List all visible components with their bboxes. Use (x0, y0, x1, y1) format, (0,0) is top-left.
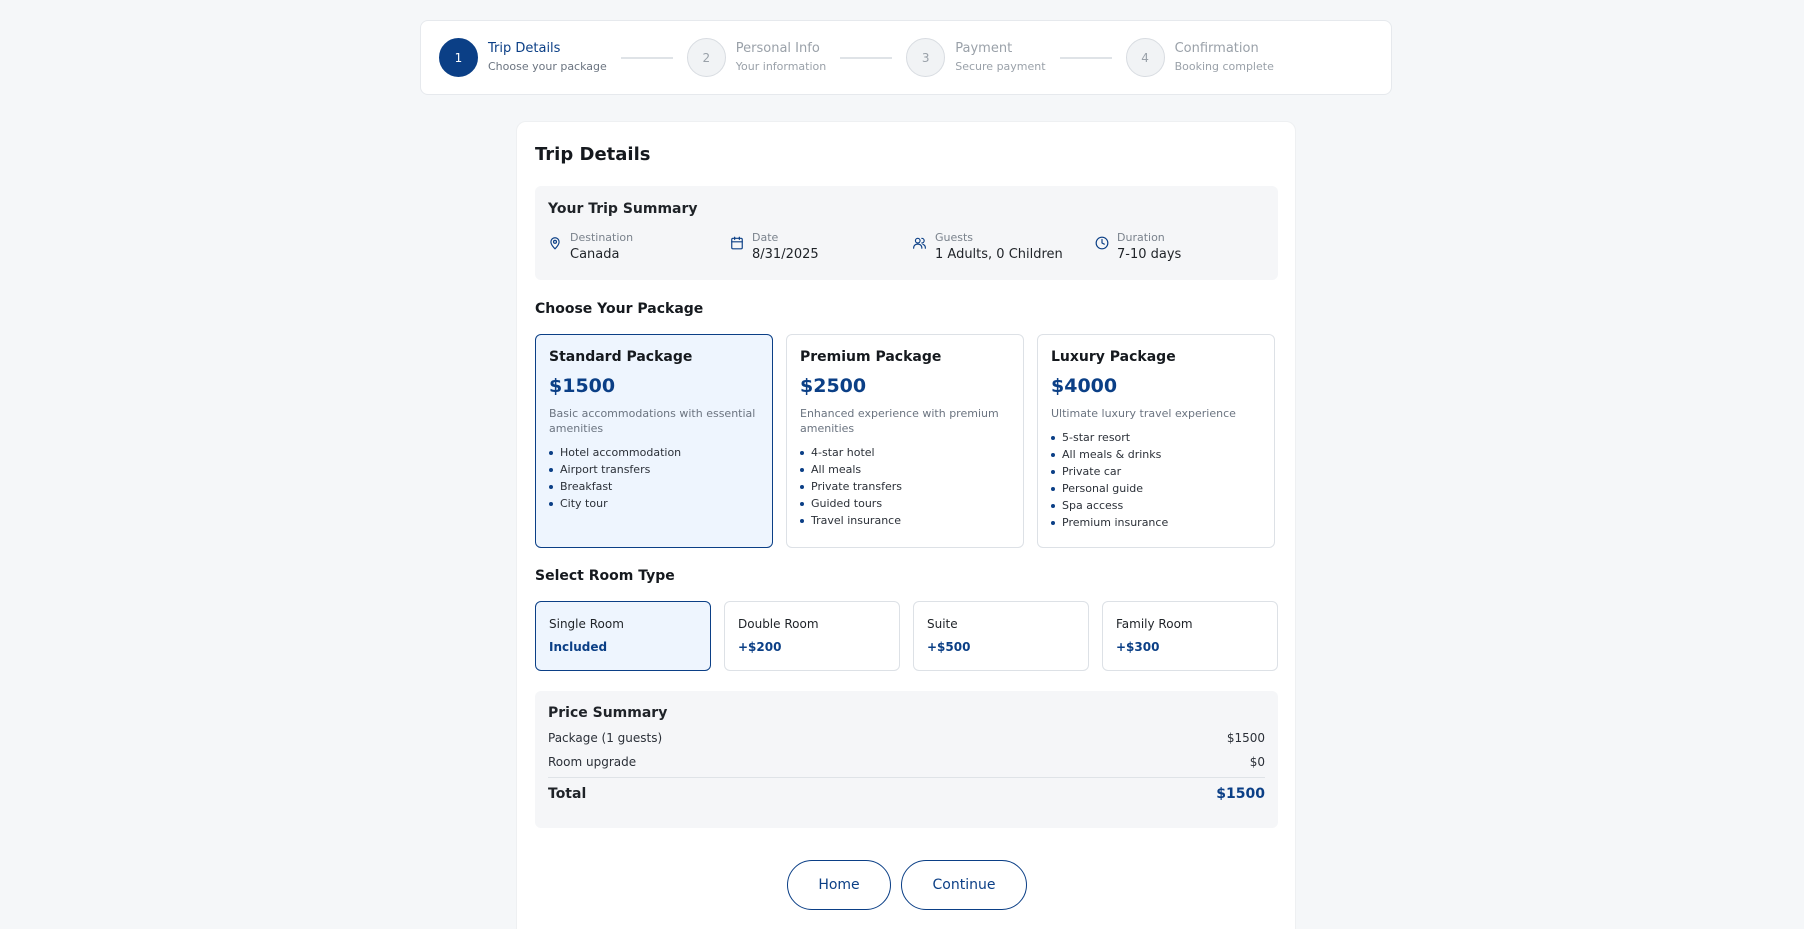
step-subtitle: Choose your package (488, 60, 607, 73)
price-value: $0 (1249, 755, 1265, 769)
step-number: 1 (439, 38, 478, 77)
step-title: Personal Info (735, 41, 820, 56)
step-subtitle: Secure payment (955, 60, 1046, 73)
location-pin-icon (550, 237, 560, 250)
feature-item: Guided tours (800, 495, 1010, 512)
package-features: 5-star resort All meals & drinks Private… (1051, 429, 1261, 531)
room-price: +$200 (738, 640, 782, 654)
feature-item: Personal guide (1051, 480, 1261, 497)
step-number: 3 (906, 38, 946, 77)
step-connector (620, 56, 673, 59)
feature-item: Premium insurance (1051, 514, 1261, 531)
feature-item: Spa access (1051, 497, 1261, 514)
room-price: +$500 (927, 640, 971, 654)
room-section-title: Select Room Type (535, 568, 675, 584)
package-description: Enhanced experience with premium ameniti… (800, 407, 999, 435)
package-name: Premium Package (800, 349, 942, 365)
feature-item: Breakfast (549, 478, 759, 495)
feature-item: Travel insurance (800, 512, 1010, 529)
feature-item: Airport transfers (549, 461, 759, 478)
summary-value: 7-10 days (1117, 247, 1182, 262)
package-price: $1500 (549, 375, 616, 397)
page-title: Trip Details (535, 144, 651, 165)
summary-value: Canada (570, 247, 620, 262)
step-payment[interactable]: 3 Payment Secure payment (906, 38, 1046, 77)
summary-label: Guests (935, 231, 974, 244)
package-price: $2500 (800, 375, 867, 397)
summary-destination: Destination Canada (548, 231, 633, 264)
feature-item: 5-star resort (1051, 429, 1261, 446)
step-subtitle: Your information (735, 60, 827, 73)
step-confirmation[interactable]: 4 Confirmation Booking complete (1125, 38, 1274, 77)
clock-icon (1095, 236, 1109, 250)
package-card-standard[interactable]: Standard Package $1500 Basic accommodati… (535, 334, 773, 548)
room-name: Family Room (1116, 617, 1193, 631)
step-personal-info[interactable]: 2 Personal Info Your information (686, 38, 827, 77)
feature-item: Private car (1051, 463, 1261, 480)
room-option-single[interactable]: Single Room Included (535, 601, 711, 671)
package-description: Basic accommodations with essential amen… (549, 407, 756, 435)
total-label: Total (548, 786, 587, 802)
trip-details-card: Trip Details Your Trip Summary Destinati… (516, 121, 1296, 929)
summary-label: Destination (570, 231, 634, 244)
summary-guests: Guests 1 Adults, 0 Children (912, 231, 1063, 264)
price-total: Total $1500 (548, 786, 1265, 802)
room-option-family[interactable]: Family Room +$300 (1102, 601, 1278, 671)
price-summary-title: Price Summary (548, 705, 668, 721)
divider (548, 777, 1265, 778)
price-row-package: Package (1 guests) $1500 (548, 731, 1265, 745)
step-trip-details[interactable]: 1 Trip Details Choose your package (439, 38, 607, 77)
price-label: Package (1 guests) (548, 731, 663, 745)
room-name: Single Room (549, 617, 624, 631)
package-section-title: Choose Your Package (535, 301, 704, 317)
package-features: Hotel accommodation Airport transfers Br… (549, 444, 759, 512)
calendar-icon (731, 236, 743, 250)
feature-item: Hotel accommodation (549, 444, 759, 461)
summary-label: Date (752, 231, 779, 244)
price-value: $1500 (1226, 731, 1265, 745)
room-option-suite[interactable]: Suite +$500 (913, 601, 1089, 671)
package-description: Ultimate luxury travel experience (1051, 407, 1236, 420)
step-subtitle: Booking complete (1174, 60, 1274, 73)
package-card-premium[interactable]: Premium Package $2500 Enhanced experienc… (786, 334, 1024, 548)
room-option-double[interactable]: Double Room +$200 (724, 601, 900, 671)
feature-item: Private transfers (800, 478, 1010, 495)
summary-date: Date 8/31/2025 (730, 231, 819, 264)
package-name: Luxury Package (1051, 349, 1176, 365)
price-row-room: Room upgrade $0 (548, 755, 1265, 769)
step-title: Payment (955, 41, 1013, 56)
summary-value: 1 Adults, 0 Children (935, 247, 1063, 262)
room-price: Included (549, 640, 608, 654)
price-label: Room upgrade (548, 755, 637, 769)
continue-button[interactable]: Continue (901, 860, 1027, 910)
step-number: 2 (686, 38, 726, 77)
feature-item: All meals (800, 461, 1010, 478)
users-icon (913, 237, 926, 249)
summary-label: Duration (1117, 231, 1165, 244)
trip-summary: Your Trip Summary Destination Canada Dat… (535, 186, 1278, 280)
feature-item: 4-star hotel (800, 444, 1010, 461)
room-name: Double Room (738, 617, 819, 631)
package-features: 4-star hotel All meals Private transfers… (800, 444, 1010, 529)
step-connector (840, 56, 893, 59)
room-price: +$300 (1116, 640, 1160, 654)
step-connector (1059, 56, 1112, 59)
step-title: Trip Details (488, 41, 561, 56)
package-name: Standard Package (549, 349, 693, 365)
summary-value: 8/31/2025 (752, 247, 819, 262)
room-name: Suite (927, 617, 958, 631)
feature-item: City tour (549, 495, 759, 512)
package-card-luxury[interactable]: Luxury Package $4000 Ultimate luxury tra… (1037, 334, 1275, 548)
price-summary: Price Summary Package (1 guests) $1500 R… (535, 691, 1278, 828)
feature-item: All meals & drinks (1051, 446, 1261, 463)
summary-duration: Duration 7-10 days (1095, 231, 1181, 264)
progress-stepper: 1 Trip Details Choose your package 2 Per… (420, 20, 1392, 95)
step-number: 4 (1125, 38, 1165, 77)
total-value: $1500 (1216, 786, 1265, 802)
step-title: Confirmation (1174, 41, 1259, 56)
package-price: $4000 (1051, 375, 1118, 397)
home-button[interactable]: Home (787, 860, 891, 910)
summary-title: Your Trip Summary (548, 201, 698, 217)
